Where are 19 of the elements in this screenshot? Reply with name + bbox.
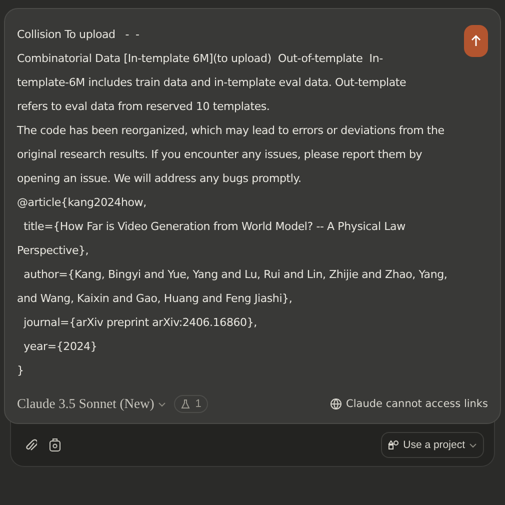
- message-text-line: title={How Far is Video Generation from World Model? -- A Physical Law: [22, 219, 406, 235]
- message-text-line: The code has been reorganized, which may lead to errors or deviations from the: [17, 123, 446, 139]
- model-selector[interactable]: Claude 3.5 Sonnet (New): [17, 396, 166, 412]
- message-text-line: author={Kang, Bingyi and Yue, Yang and Lu, Rui and Lin, Zhijie and Zhao, Yang,: [22, 267, 448, 283]
- message-text-line: }: [17, 363, 25, 379]
- message-text-line: @article{kang2024how,: [17, 195, 148, 211]
- message-text-line: journal={arXiv preprint arXiv:2406.16860},: [22, 315, 258, 331]
- message-text-line: original research results. If you encounter any issues, please report them by: [17, 147, 424, 163]
- links-notice: Claude cannot access links: [346, 398, 488, 410]
- message-text-line: Collision To upload - -: [17, 27, 140, 43]
- use-project-button[interactable]: Use a project: [381, 432, 484, 458]
- message-text-line: refers to eval data from reserved 10 templates.: [17, 99, 271, 115]
- message-text-line: opening an issue. We will address any bugs promptly.: [17, 171, 302, 187]
- message-text-line: Combinatorial Data [In-template 6M](to upload) Out-of-template In-: [17, 51, 384, 67]
- message-text-line: year={2024}: [22, 339, 98, 355]
- message-text-line: Perspective},: [17, 243, 90, 259]
- message-text-line: template-6M includes train data and in-template eval data. Out-template: [17, 75, 408, 91]
- styles-badge[interactable]: 1: [174, 395, 208, 413]
- message-text-line: and Wang, Kaixin and Gao, Huang and Feng Jiashi},: [17, 291, 294, 307]
